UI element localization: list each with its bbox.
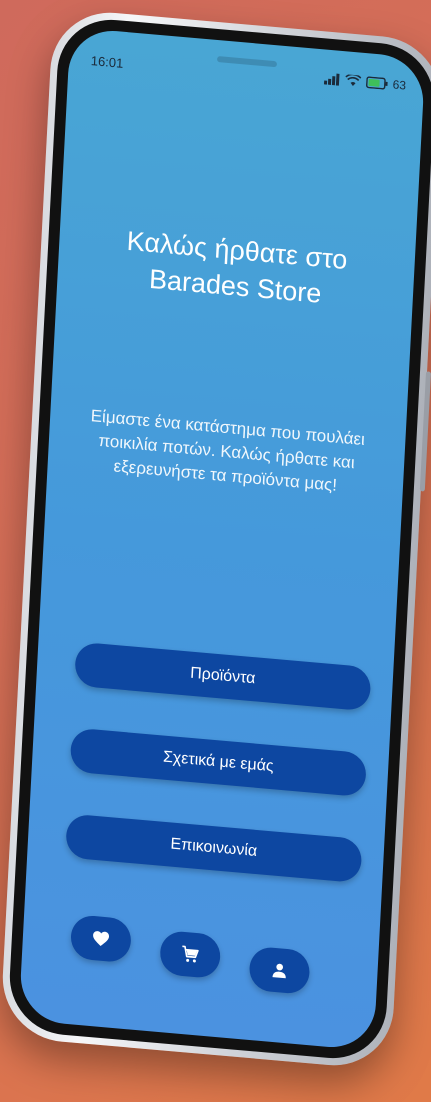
person-icon [272,963,286,979]
quick-actions [69,914,340,995]
phone-frame: 16:01 63 Καλώς ήρθατε στο Barades Store … [0,7,431,1071]
home-content: Καλώς ήρθατε στο Barades Store Είμαστε έ… [19,27,426,1051]
welcome-title: Καλώς ήρθατε στο Barades Store [77,219,396,318]
side-button [419,371,431,492]
app-screen: 16:01 63 Καλώς ήρθατε στο Barades Store … [18,27,426,1051]
products-button[interactable]: Προϊόντα [74,641,372,712]
about-us-button[interactable]: Σχετικά με εμάς [69,727,367,798]
heart-icon [93,931,110,946]
contact-button[interactable]: Επικοινωνία [65,813,363,884]
phone-bezel: 16:01 63 Καλώς ήρθατε στο Barades Store … [7,15,431,1063]
cart-icon [182,945,199,963]
profile-button[interactable] [248,945,311,995]
cart-button[interactable] [159,929,222,980]
store-description: Είμαστε ένα κατάστημα που πουλάει ποικιλ… [90,406,366,495]
favorites-button[interactable] [69,914,132,964]
